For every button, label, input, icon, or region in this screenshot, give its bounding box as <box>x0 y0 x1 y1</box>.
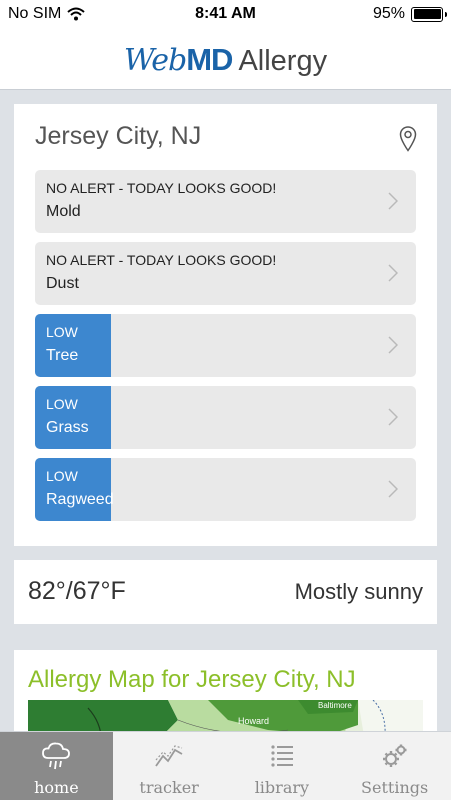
tab-library[interactable]: library <box>226 732 339 800</box>
tab-tracker[interactable]: tracker <box>113 732 226 800</box>
weather-condition: Mostly sunny <box>294 579 423 604</box>
logo-web: Web <box>123 42 187 78</box>
location-pin-icon[interactable] <box>399 126 417 152</box>
webmd-allergy-logo: Web MD Allergy <box>124 42 327 78</box>
battery-percent: 95% <box>372 5 405 22</box>
battery-icon <box>411 6 447 22</box>
logo-md: MD <box>186 41 233 77</box>
chevron-right-icon <box>388 192 398 210</box>
battery-info: 95% <box>372 5 447 23</box>
allergen-status: NO ALERT - TODAY LOOKS GOOD! <box>46 252 277 268</box>
allergen-name: Ragweed <box>46 491 114 508</box>
status-bar: No SIM 8:41 AM 95% <box>0 0 451 30</box>
tab-home[interactable]: home <box>0 732 113 800</box>
allergen-status: LOW <box>46 324 78 340</box>
allergen-status: LOW <box>46 468 78 484</box>
chevron-right-icon <box>388 480 398 498</box>
bottom-tab-bar: home tracker library Settings <box>0 731 451 800</box>
allergen-name: Tree <box>46 347 79 364</box>
gears-icon <box>382 744 407 767</box>
tab-label: library <box>254 778 310 797</box>
allergen-row-tree[interactable]: LOW Tree <box>35 314 416 377</box>
allergen-row-dust[interactable]: NO ALERT - TODAY LOOKS GOOD! Dust <box>35 242 416 305</box>
tab-settings[interactable]: Settings <box>338 732 451 800</box>
app-header: Web MD Allergy <box>0 30 451 90</box>
allergen-row-ragweed[interactable]: LOW Ragweed <box>35 458 416 521</box>
tab-label: home <box>34 778 79 797</box>
chevron-right-icon <box>388 336 398 354</box>
allergen-status: LOW <box>46 396 78 412</box>
allergen-name: Dust <box>46 275 79 292</box>
chevron-right-icon <box>388 408 398 426</box>
tab-label: Settings <box>361 778 429 797</box>
weather-card[interactable]: 82°/67°F Mostly sunny <box>14 560 437 624</box>
allergen-status: NO ALERT - TODAY LOOKS GOOD! <box>46 180 277 196</box>
map-title: Allergy Map for Jersey City, NJ <box>28 666 356 693</box>
trend-line-icon <box>155 745 183 767</box>
allergen-row-grass[interactable]: LOW Grass <box>35 386 416 449</box>
list-icon <box>271 745 293 767</box>
allergen-name: Mold <box>46 203 81 220</box>
chevron-right-icon <box>388 264 398 282</box>
location-title: Jersey City, NJ <box>35 122 202 150</box>
map-label-baltimore: Baltimore <box>318 701 352 710</box>
tab-label: tracker <box>139 778 199 797</box>
cloud-rain-icon <box>42 742 71 770</box>
allergen-row-mold[interactable]: NO ALERT - TODAY LOOKS GOOD! Mold <box>35 170 416 233</box>
allergen-name: Grass <box>46 419 89 436</box>
map-label-howard: Howard <box>238 716 269 726</box>
logo-allergy: Allergy <box>238 44 328 77</box>
allergen-forecast-card: Jersey City, NJ NO ALERT - TODAY LOOKS G… <box>14 104 437 546</box>
temperature-high-low: 82°/67°F <box>28 577 126 605</box>
